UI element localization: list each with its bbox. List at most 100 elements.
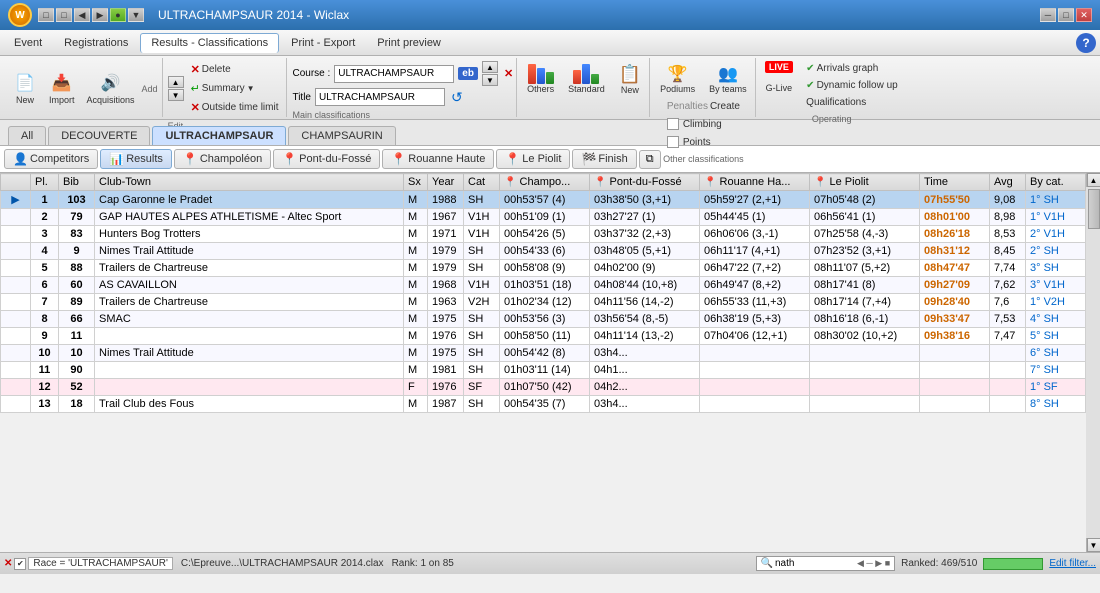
col-avg[interactable]: Avg [990, 174, 1026, 191]
edit-filter-link[interactable]: Edit filter... [1049, 558, 1096, 569]
menu-print-preview[interactable]: Print preview [367, 34, 451, 52]
col-bib[interactable]: Bib [59, 174, 95, 191]
arrivals-graph-button[interactable]: ✔ Arrivals graph [801, 61, 903, 76]
refresh-icon[interactable]: ↺ [451, 89, 463, 106]
row-cat: SH [464, 396, 500, 413]
subtab-pont-du-fosse[interactable]: 📍 Pont-du-Fossé [273, 149, 380, 169]
course-up-btn[interactable]: ▲ [482, 61, 498, 73]
subtab-competitors[interactable]: 👤 Competitors [4, 149, 98, 169]
table-row[interactable]: 10 10 Nimes Trail Attitude M 1975 SH 00h… [1, 345, 1086, 362]
table-row[interactable]: 7 89 Trailers de Chartreuse M 1963 V2H 0… [1, 294, 1086, 311]
col-pont[interactable]: 📍 Pont-du-Fossé [590, 174, 700, 191]
search-controls[interactable]: ◀ ─ ▶ ■ [857, 558, 890, 569]
table-row[interactable]: 6 60 AS CAVAILLON M 1968 V1H 01h03'51 (1… [1, 277, 1086, 294]
copy-button[interactable]: ⧉ [639, 150, 661, 169]
win-btn-1[interactable]: □ [38, 8, 54, 22]
close-button[interactable]: ✕ [1076, 8, 1092, 22]
col-cat[interactable]: Cat [464, 174, 500, 191]
col-pl-header[interactable]: Pl. [31, 174, 59, 191]
acquisitions-button[interactable]: 🔊 Acquisitions [82, 67, 140, 109]
window-controls-left[interactable]: □ □ ◀ ▶ ● ▼ [38, 8, 144, 22]
table-row[interactable]: 12 52 F 1976 SF 01h07'50 (42) 04h2... 1°… [1, 379, 1086, 396]
penalties-button[interactable]: Penalties Create [662, 99, 745, 114]
row-pont: 03h48'05 (5,+1) [590, 243, 700, 260]
col-time[interactable]: Time [920, 174, 990, 191]
delete-button[interactable]: ✕ Delete [186, 61, 284, 78]
outside-time-button[interactable]: ✕ Outside time limit [186, 99, 284, 116]
app-logo: W [8, 3, 32, 27]
col-year[interactable]: Year [428, 174, 464, 191]
minimize-button[interactable]: ─ [1040, 8, 1056, 22]
row-pl: 12 [31, 379, 59, 396]
win-btn-6[interactable]: ▼ [128, 8, 144, 22]
table-row[interactable]: ▶ 1 103 Cap Garonne le Pradet M 1988 SH … [1, 191, 1086, 209]
others-button[interactable]: Others [522, 61, 559, 97]
tab-champsaurin[interactable]: CHAMPSAURIN [288, 126, 395, 145]
col-sx[interactable]: Sx [404, 174, 428, 191]
new-button[interactable]: 📄 New [8, 67, 42, 109]
maximize-button[interactable]: □ [1058, 8, 1074, 22]
by-teams-button[interactable]: 👥 By teams [704, 61, 752, 97]
win-btn-3[interactable]: ◀ [74, 8, 90, 22]
tab-all[interactable]: All [8, 126, 46, 145]
scroll-up-button[interactable]: ▲ [1087, 173, 1100, 187]
move-down-button[interactable]: ▼ [168, 89, 184, 101]
course-delete-icon[interactable]: ✕ [504, 67, 513, 80]
subtab-champoleon[interactable]: 📍 Champoléon [174, 149, 271, 169]
subtab-finish[interactable]: 🏁 Finish [572, 149, 636, 169]
filter-checkbox[interactable]: ✔ [14, 558, 26, 570]
climbing-button[interactable]: Climbing [662, 116, 745, 132]
g-live-button[interactable]: G-Live [761, 75, 798, 101]
table-row[interactable]: 3 83 Hunters Bog Trotters M 1971 V1H 00h… [1, 226, 1086, 243]
scroll-down-button[interactable]: ▼ [1087, 538, 1100, 552]
row-champo: 01h07'50 (42) [500, 379, 590, 396]
table-row[interactable]: 11 90 M 1981 SH 01h03'11 (14) 04h1... 7°… [1, 362, 1086, 379]
table-row[interactable]: 5 88 Trailers de Chartreuse M 1979 SH 00… [1, 260, 1086, 277]
tab-ultrachampsaur[interactable]: ULTRACHAMPSAUR [152, 126, 286, 145]
help-button[interactable]: ? [1076, 33, 1096, 53]
table-row[interactable]: 2 79 GAP HAUTES ALPES ATHLETISME - Altec… [1, 209, 1086, 226]
champo-col-icon: 📍 [504, 177, 516, 188]
vertical-scrollbar[interactable]: ▲ ▼ [1086, 173, 1100, 552]
standard-button[interactable]: Standard [563, 61, 610, 97]
tab-decouverte[interactable]: DECOUVERTE [48, 126, 150, 145]
col-champo[interactable]: 📍 Champo... [500, 174, 590, 191]
row-pl: 2 [31, 209, 59, 226]
col-club[interactable]: Club-Town [95, 174, 404, 191]
import-button[interactable]: 📥 Import [44, 67, 80, 109]
window-controls[interactable]: ─ □ ✕ [1040, 8, 1092, 22]
qualifications-button[interactable]: Qualifications [801, 95, 903, 110]
menu-print-export[interactable]: Print - Export [281, 34, 365, 52]
win-btn-4[interactable]: ▶ [92, 8, 108, 22]
col-piolit[interactable]: 📍 Le Piolit [810, 174, 920, 191]
points-button[interactable]: Points [662, 134, 745, 150]
table-row[interactable]: 9 11 M 1976 SH 00h58'50 (11) 04h11'14 (1… [1, 328, 1086, 345]
piolit-icon: 📍 [505, 152, 520, 166]
class-new-button[interactable]: 📋 New [614, 61, 646, 98]
subtab-le-piolit[interactable]: 📍 Le Piolit [496, 149, 570, 169]
summary-dropdown-icon[interactable]: ▼ [247, 84, 255, 93]
subtab-results[interactable]: 📊 Results [100, 149, 172, 169]
win-btn-2[interactable]: □ [56, 8, 72, 22]
ranked-label: Ranked: 469/510 [901, 558, 977, 569]
menu-results[interactable]: Results - Classifications [140, 33, 279, 53]
dynamic-follow-button[interactable]: ✔ Dynamic follow up [801, 78, 903, 93]
course-down-btn[interactable]: ▼ [482, 74, 498, 86]
title-input[interactable] [315, 88, 445, 106]
summary-button[interactable]: ↵ Summary ▼ [186, 80, 284, 97]
table-row[interactable]: 8 66 SMAC M 1975 SH 00h53'56 (3) 03h56'5… [1, 311, 1086, 328]
podiums-button[interactable]: 🏆 Podiums [655, 61, 700, 97]
move-up-button[interactable]: ▲ [168, 76, 184, 88]
search-input[interactable] [775, 558, 855, 569]
scroll-thumb[interactable] [1088, 189, 1100, 229]
menu-event[interactable]: Event [4, 34, 52, 52]
table-row[interactable]: 13 18 Trail Club des Fous M 1987 SH 00h5… [1, 396, 1086, 413]
col-bycat[interactable]: By cat. [1026, 174, 1086, 191]
win-btn-5[interactable]: ● [110, 8, 126, 22]
col-rouanne[interactable]: 📍 Rouanne Ha... [700, 174, 810, 191]
course-input[interactable] [334, 65, 454, 83]
filter-remove-button[interactable]: ✕ [4, 558, 12, 569]
menu-registrations[interactable]: Registrations [54, 34, 138, 52]
subtab-rouanne-haute[interactable]: 📍 Rouanne Haute [382, 149, 494, 169]
table-row[interactable]: 4 9 Nimes Trail Attitude M 1979 SH 00h54… [1, 243, 1086, 260]
